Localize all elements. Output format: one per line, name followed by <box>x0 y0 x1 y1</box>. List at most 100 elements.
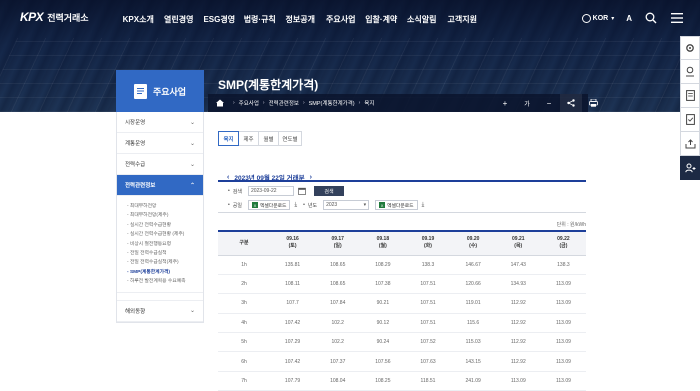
chevron-right-icon: › <box>358 100 361 106</box>
table-body: 1h 135.81 108.65 108.29 138.3 146.67 147.43 138… <box>218 255 586 391</box>
price-cell: 147.43 <box>495 255 541 275</box>
page-hero: KPX 전력거래소 KPX소개 열린경영 ESG경영 법령·규칙 정보공개 주요… <box>0 0 700 112</box>
globe-icon <box>581 13 591 23</box>
breadcrumb-item[interactable]: 육지 <box>364 99 374 107</box>
breadcrumb-item[interactable]: 주요사업 <box>239 99 259 107</box>
home-icon[interactable] <box>216 99 224 107</box>
gnb-item[interactable]: KPX소개 <box>118 14 159 25</box>
gnb-item[interactable]: 주요사업 <box>321 14 362 25</box>
print-icon[interactable] <box>582 94 604 112</box>
site-logo[interactable]: KPX 전력거래소 <box>20 10 89 24</box>
price-cell: 107.51 <box>405 293 451 314</box>
price-cell: 113.09 <box>495 371 541 391</box>
price-cell: 108.65 <box>315 274 361 295</box>
unit-label: 단위 : 원/kWh <box>556 222 586 228</box>
submenu-item[interactable]: - 하루전 발전계획용 수요예측 <box>127 277 203 286</box>
submenu-item[interactable]: - 최대부하전망(제주) <box>127 211 203 220</box>
submenu-item[interactable]: - 실시간 전력수급현황 <box>127 221 203 230</box>
price-cell: 108.04 <box>315 371 361 391</box>
table-row: 5h 107.29 102.2 90.24 107.52 115.03 112.92 113.… <box>218 332 586 353</box>
menu-icon[interactable] <box>670 11 684 25</box>
hour-cell: 7h <box>218 371 270 391</box>
price-cell: 146.67 <box>450 255 496 275</box>
excel-icon: X <box>251 202 258 208</box>
calendar-icon[interactable] <box>298 187 306 195</box>
chevron-right-icon: › <box>233 100 235 106</box>
table-header-row: 구분 09.16 (토) 09.17 (일) 09.18 (월) 09.19 (화) 09.20(… <box>218 230 586 256</box>
share-icon[interactable] <box>560 94 582 112</box>
font-reset-button[interactable]: 가 <box>516 94 538 112</box>
submenu-item[interactable]: - 최대부하전망 <box>127 202 203 211</box>
language-selector[interactable]: KOR ▾ <box>581 13 614 23</box>
year-select[interactable]: 2023 ▾ <box>323 200 370 210</box>
sidebar-header: 주요사업 <box>116 70 204 112</box>
submenu-item[interactable]: - 비상시 절전행동요령 <box>127 240 203 249</box>
price-cell: 107.79 <box>270 371 316 391</box>
page-title: SMP(계통한계가격) <box>218 78 319 92</box>
gnb-item[interactable]: 법령·규칙 <box>240 14 281 25</box>
search-button[interactable]: 검색 <box>313 186 344 196</box>
gnb-item[interactable]: 정보공개 <box>280 14 321 25</box>
hour-cell: 5h <box>218 332 270 353</box>
document-icon[interactable] <box>680 84 700 108</box>
excel-download-button[interactable]: X 엑셀다운로드 <box>247 200 291 210</box>
breadcrumb-item[interactable]: 전력관련정보 <box>269 99 299 107</box>
sidebar-item[interactable]: 시장운영 ⌄ <box>117 112 203 133</box>
hour-cell: 6h <box>218 351 270 372</box>
sidebar-item-label: 전력수급 <box>125 162 146 168</box>
price-cell: 102.2 <box>315 332 361 353</box>
sidebar-item-active[interactable]: 전력관련정보 ⌃ <box>117 175 203 196</box>
user-add-icon[interactable] <box>680 156 700 180</box>
checklist-icon[interactable] <box>680 108 700 132</box>
zoom-out-button[interactable]: − <box>538 94 560 112</box>
gear-icon[interactable] <box>680 36 700 60</box>
price-cell: 90.21 <box>360 293 406 314</box>
location-icon[interactable] <box>680 60 700 84</box>
price-cell: 113.09 <box>540 313 586 334</box>
download-icon[interactable]: ⤓ <box>422 202 425 209</box>
upload-tray-icon[interactable] <box>680 132 700 156</box>
table-row: 6h 107.42 107.37 107.56 107.63 143.15 112.92 11… <box>218 351 586 372</box>
price-cell: 143.15 <box>450 351 496 372</box>
logo-text: 전력거래소 <box>47 12 89 23</box>
top-utilities: KOR ▾ A <box>581 11 684 25</box>
language-label: KOR <box>592 14 609 22</box>
breadcrumb-item[interactable]: SMP(계통한계가격) <box>309 99 355 107</box>
submenu-item-current[interactable]: - SMP(계통한계가격) <box>127 268 203 277</box>
price-cell: 113.09 <box>540 371 586 391</box>
page-tools: + 가 − <box>494 94 604 112</box>
date-input[interactable]: 2023-09-22 <box>247 186 294 196</box>
sidebar-item[interactable]: 계통운영 ⌄ <box>117 133 203 154</box>
gnb-item[interactable]: 입찰·계약 <box>361 14 402 25</box>
gnb-item[interactable]: 열린경영 <box>159 14 200 25</box>
search-icon[interactable] <box>644 11 658 25</box>
tab-monthly[interactable]: 월별 <box>258 131 279 146</box>
price-cell: 107.42 <box>270 351 316 372</box>
price-cell: 108.11 <box>270 274 316 295</box>
sidebar-item[interactable]: 해외동향 ⌄ <box>117 301 203 322</box>
table-row: 3h 107.7 107.84 90.21 107.51 119.01 112.92 113.… <box>218 293 586 314</box>
excel-download-button-year[interactable]: X 엑셀다운로드 <box>375 200 418 210</box>
gnb-item[interactable]: 고객지원 <box>442 14 483 25</box>
tab-jeju[interactable]: 제주 <box>238 131 259 146</box>
price-cell: 112.92 <box>495 351 541 372</box>
sidebar-item[interactable]: 전력수급 ⌄ <box>117 154 203 175</box>
submenu-item[interactable]: - 전일 전력수급실적 <box>127 249 203 258</box>
filter-panel: • 검색 2023-09-22 검색 • 공일 X 엑셀다운로드 ⤓ • 년도 … <box>218 180 586 213</box>
submenu-item[interactable]: - 실시간 전력수급현황 (제주) <box>127 230 203 239</box>
tab-land[interactable]: 육지 <box>218 131 239 146</box>
font-size-button[interactable]: A <box>626 14 632 23</box>
sidebar: 시장운영 ⌄ 계통운영 ⌄ 전력수급 ⌄ 전력관련정보 ⌃ - 최대부하전망 -… <box>116 112 204 323</box>
gnb-item[interactable]: 소식알림 <box>402 14 443 25</box>
zoom-in-button[interactable]: + <box>494 94 516 112</box>
price-cell: 108.25 <box>360 371 406 391</box>
tab-yearly[interactable]: 연도별 <box>278 131 302 146</box>
gnb-item[interactable]: ESG경영 <box>199 14 240 25</box>
chevron-down-icon: ⌄ <box>189 119 195 126</box>
column-header-date: 09.18 (월) <box>360 230 406 256</box>
price-cell: 112.92 <box>495 313 541 334</box>
submenu-item[interactable]: - 전일 전력수급실적(제주) <box>127 258 203 267</box>
price-cell: 113.09 <box>540 274 586 295</box>
chevron-down-icon: ⌄ <box>189 308 195 315</box>
download-icon[interactable]: ⤓ <box>294 202 297 209</box>
